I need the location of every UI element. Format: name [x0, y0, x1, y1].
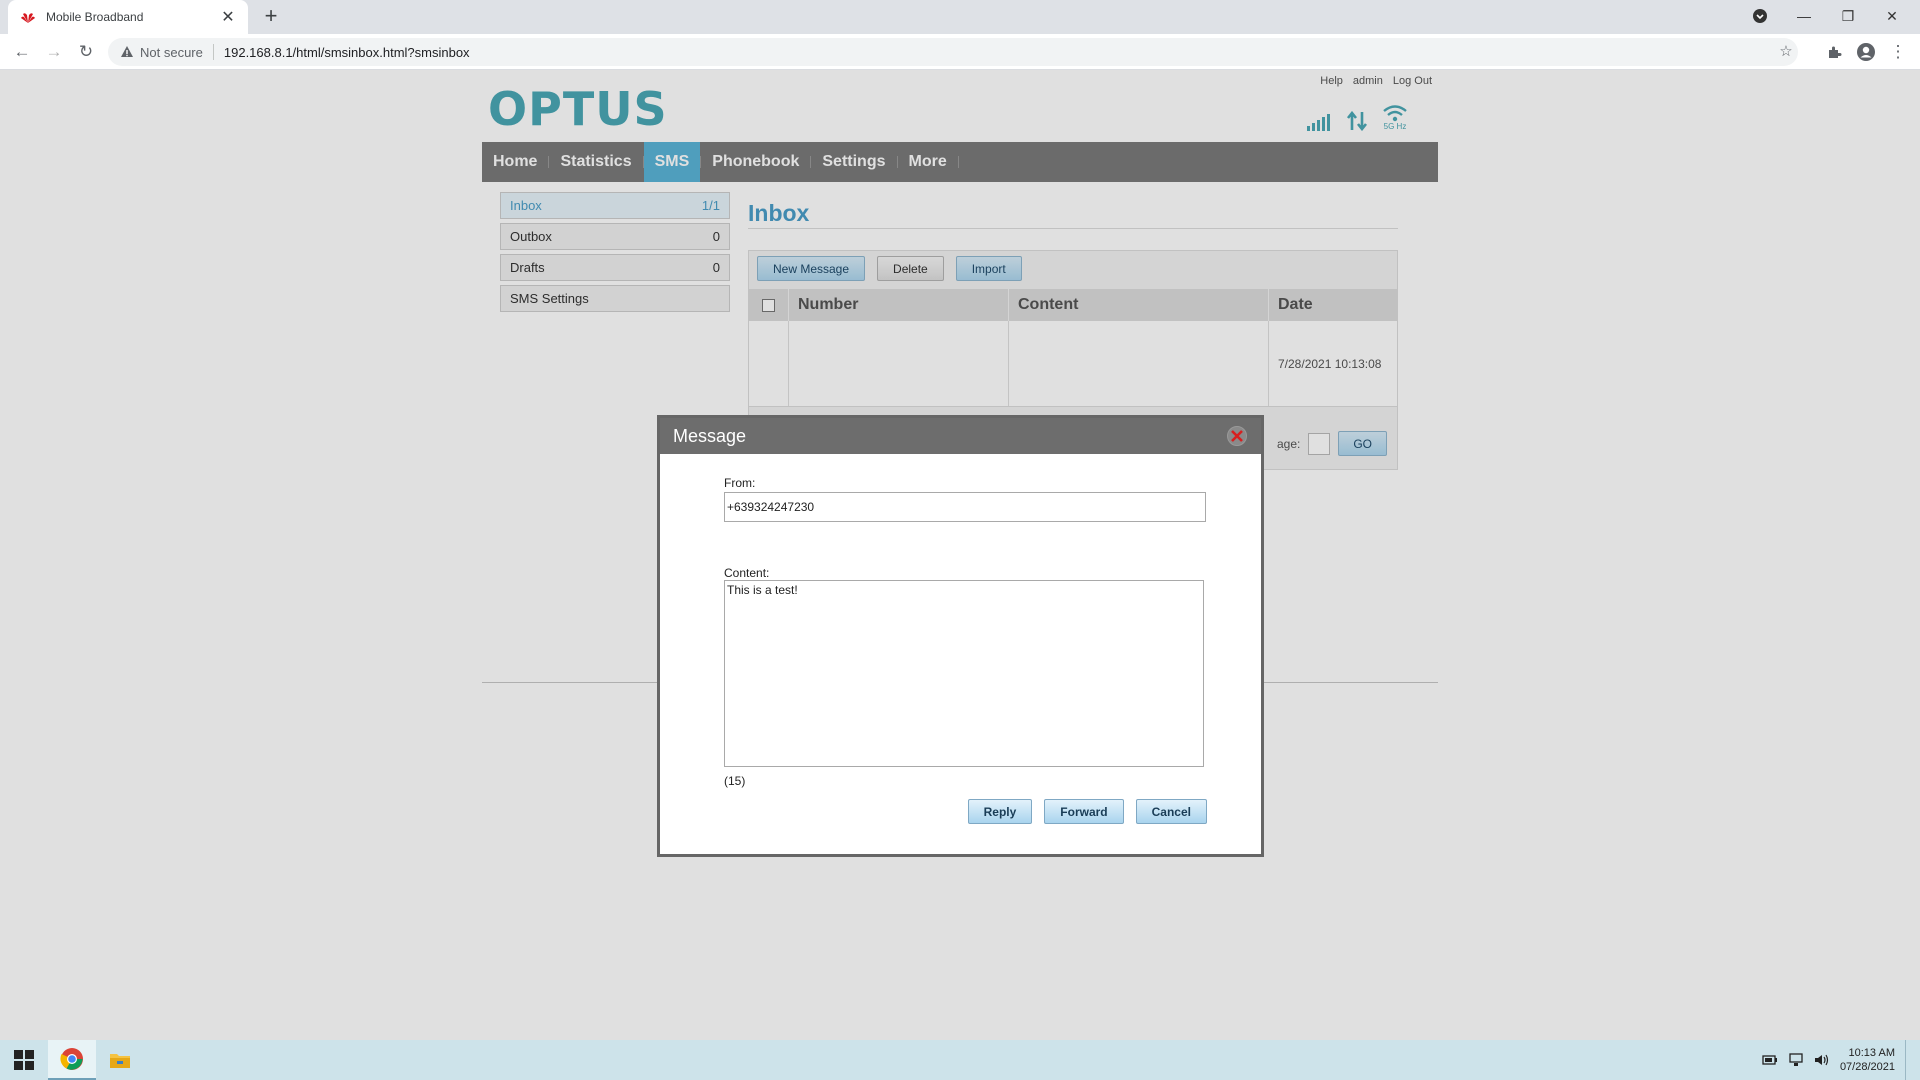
message-dialog: Message From: +639324247230 Content: Thi… — [657, 415, 1264, 857]
bookmark-star-icon[interactable]: ☆ — [1774, 42, 1798, 62]
reload-icon[interactable]: ↻ — [74, 40, 98, 64]
url-text[interactable]: 192.168.8.1/html/smsinbox.html?smsinbox — [224, 45, 470, 60]
restore-icon[interactable]: ❐ — [1826, 0, 1870, 32]
system-tray: 10:13 AM 07/28/2021 — [1762, 1040, 1906, 1080]
battery-icon[interactable] — [1762, 1054, 1778, 1066]
back-icon[interactable]: ← — [10, 40, 34, 64]
huawei-logo-icon — [21, 13, 35, 23]
page-content: OPTUS Help admin Log Out 5G Hz Home Stat… — [0, 70, 1920, 1040]
character-counter: (15) — [724, 774, 746, 788]
reply-button[interactable]: Reply — [967, 799, 1033, 824]
close-tab-icon[interactable]: ✕ — [220, 7, 236, 27]
new-tab-button[interactable]: + — [258, 4, 284, 30]
windows-logo-icon — [14, 1050, 34, 1070]
network-icon[interactable] — [1788, 1053, 1804, 1067]
from-label: From: — [724, 476, 756, 490]
browser-toolbar: ← → ↻ Not secure 192.168.8.1/html/smsinb… — [0, 34, 1920, 70]
folder-icon — [110, 1054, 130, 1068]
content-textarea[interactable]: This is a test! — [724, 580, 1204, 767]
dialog-actions: Reply Forward Cancel — [967, 799, 1207, 824]
extensions-icon[interactable] — [1822, 40, 1846, 64]
clock[interactable]: 10:13 AM 07/28/2021 — [1840, 1046, 1895, 1074]
tab-title: Mobile Broadband — [46, 10, 144, 24]
taskbar-file-explorer[interactable] — [96, 1040, 144, 1080]
start-button[interactable] — [0, 1040, 48, 1080]
from-field[interactable]: +639324247230 — [724, 492, 1206, 522]
volume-icon[interactable] — [1814, 1053, 1830, 1067]
windows-taskbar: 10:13 AM 07/28/2021 — [0, 1040, 1920, 1080]
warning-icon — [121, 46, 133, 57]
cancel-button[interactable]: Cancel — [1135, 799, 1207, 824]
taskbar-chrome[interactable] — [48, 1040, 96, 1080]
forward-icon[interactable]: → — [42, 40, 66, 64]
account-icon[interactable] — [1854, 40, 1878, 64]
profile-menu-icon[interactable] — [1738, 0, 1782, 32]
minimize-icon[interactable]: — — [1782, 0, 1826, 32]
omnibox-divider — [212, 44, 214, 60]
content-label: Content: — [724, 566, 770, 580]
forward-button[interactable]: Forward — [1044, 799, 1124, 824]
browser-menu-icon[interactable]: ⋮ — [1886, 40, 1910, 64]
security-label: Not secure — [140, 44, 203, 60]
close-window-icon[interactable]: ✕ — [1870, 0, 1914, 32]
show-desktop-button[interactable] — [1905, 1040, 1906, 1080]
browser-tabstrip: Mobile Broadband ✕ + — ❐ ✕ — [0, 0, 1920, 34]
browser-tab[interactable]: Mobile Broadband ✕ — [8, 0, 248, 34]
dialog-header: Message — [660, 418, 1261, 454]
address-bar[interactable]: Not secure 192.168.8.1/html/smsinbox.htm… — [108, 38, 1798, 66]
chrome-icon — [60, 1048, 83, 1070]
dialog-title: Message — [673, 425, 747, 446]
clock-date: 07/28/2021 — [1839, 1061, 1895, 1073]
clock-time: 10:13 AM — [1848, 1047, 1895, 1059]
close-icon[interactable] — [1227, 426, 1247, 446]
